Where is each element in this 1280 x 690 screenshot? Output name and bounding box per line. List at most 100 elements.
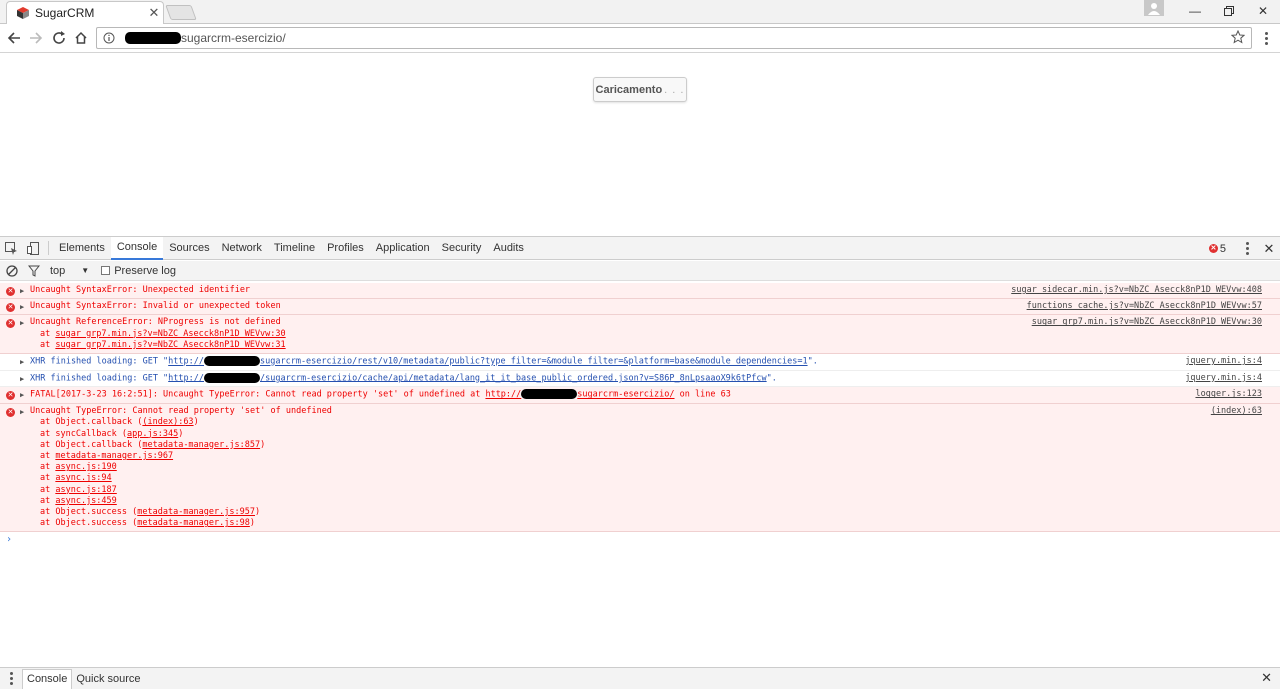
console-message[interactable]: ✕ ▶ Uncaught TypeError: Cannot read proper… [0,404,1280,533]
message-source-link[interactable]: (index):63 [1211,406,1262,417]
address-bar[interactable]: sugarcrm-esercizio/ [96,27,1252,49]
tab-application[interactable]: Application [370,237,436,260]
message-text: XHR finished loading: GET "http:// sugarc… [30,356,1272,368]
tab-security[interactable]: Security [436,237,488,260]
minimize-icon[interactable]: — [1178,0,1212,22]
stack-frame-function: Object.callback [55,417,133,428]
error-text-after: on line 63 [674,389,731,400]
reload-icon[interactable] [49,28,69,48]
message-source-link[interactable]: sugar_sidecar.min.js?v=NbZC_Asecck8nP1D_… [1011,285,1262,296]
stack-frame: at sugar_grp7.min.js?v=NbZC_Asecck8nP1D_… [40,328,286,339]
redacted-host [521,389,578,400]
drawer-menu-icon[interactable] [0,668,22,690]
stack-frame-link[interactable]: async.js:94 [55,473,111,483]
browser-menu-icon[interactable] [1258,28,1274,48]
stack-frame-link[interactable]: app.js:345 [127,429,178,439]
tab-sources[interactable]: Sources [163,237,215,260]
expand-arrow-icon[interactable]: ▶ [20,286,24,297]
expand-arrow-icon[interactable]: ▶ [20,357,24,368]
stack-frame-function: Object.success [55,518,128,529]
console-prompt-icon[interactable]: › [6,534,1280,545]
inspect-element-icon[interactable] [0,237,22,259]
error-text: Uncaught SyntaxError: Invalid or unexpec… [30,301,281,312]
expand-arrow-icon[interactable]: ▶ [20,374,24,385]
console-message[interactable]: ✕ ▶ Uncaught SyntaxError: Unexpected ident… [0,283,1280,300]
error-icon: ✕ [1208,244,1218,253]
message-source-link[interactable]: jquery.min.js:4 [1185,373,1262,384]
restore-icon[interactable] [1212,0,1246,22]
stack-frame: at async.js:187 [40,484,117,495]
xhr-url-start[interactable]: http:// [168,357,204,367]
tab-network[interactable]: Network [216,237,268,260]
profile-icon[interactable] [1144,0,1164,16]
stack-frame-function: Object.success [55,506,128,517]
message-source-link[interactable]: functions_cache.js?v=NbZC_Asecck8nP1D_WE… [1027,301,1262,312]
message-source-link[interactable]: jquery.min.js:4 [1185,356,1262,367]
forward-arrow-icon[interactable] [26,28,46,48]
tab-elements[interactable]: Elements [53,237,111,260]
stack-frame-link[interactable]: sugar_grp7.min.js?v=NbZC_Asecck8nP1D_WEV… [55,329,285,339]
stack-frame-link[interactable]: (index):63 [142,417,193,427]
xhr-url[interactable]: /sugarcrm-esercizio/cache/api/metadata/l… [260,373,767,383]
message-source-link[interactable]: sugar_grp7.min.js?v=NbZC_Asecck8nP1D_WEV… [1032,317,1262,328]
stack-frame: at Object.callback (metadata-manager.js:… [40,439,266,450]
console-message[interactable]: ▶ XHR finished loading: GET "http:// /suga… [0,370,1280,388]
tab-close-icon[interactable]: ✕ [145,5,163,21]
browser-tab[interactable]: SugarCRM ✕ [6,1,164,24]
console-message[interactable]: ✕ ▶ FATAL[2017-3-23 16:2:51]: Uncaught Typ… [0,387,1280,405]
stack-frame-link[interactable]: metadata-manager.js:967 [55,451,173,461]
context-dropdown-icon[interactable]: ▼ [81,266,89,275]
expand-arrow-icon[interactable]: ▶ [20,407,24,418]
error-icon: ✕ [6,287,15,296]
stack-frame-link[interactable]: metadata-manager.js:98 [137,518,250,528]
stack-frame-link[interactable]: async.js:459 [55,496,116,506]
error-count-badge[interactable]: ✕ 5 [1208,243,1226,255]
expand-arrow-icon[interactable]: ▶ [20,318,24,329]
message-source-link[interactable]: logger.js:123 [1195,389,1262,400]
info-icon[interactable] [103,32,115,44]
redacted-host [204,372,260,383]
console-filter-bar: top ▼ Preserve log [0,261,1280,281]
devtools-menu-icon[interactable] [1236,238,1258,260]
stack-frame: at async.js:190 [40,462,117,473]
xhr-url[interactable]: sugarcrm-esercizio/rest/v10/metadata/pub… [260,357,808,367]
close-window-icon[interactable]: ✕ [1246,0,1280,22]
console-message[interactable]: ▶ XHR finished loading: GET "http:// sugar… [0,354,1280,371]
error-text: Uncaught TypeError: Cannot read property… [30,406,332,417]
expand-arrow-icon[interactable]: ▶ [20,302,24,313]
tab-timeline[interactable]: Timeline [268,237,321,260]
error-link-start[interactable]: http:// [485,390,521,400]
error-text: FATAL[2017-3-23 16:2:51]: Uncaught TypeE… [30,389,486,400]
stack-frame-link[interactable]: metadata-manager.js:957 [137,507,255,517]
error-link[interactable]: sugarcrm-esercizio/ [577,390,674,400]
stack-frame-link[interactable]: sugar_grp7.min.js?v=NbZC_Asecck8nP1D_WEV… [55,340,285,350]
xhr-url-start[interactable]: http:// [168,373,204,383]
tab-audits[interactable]: Audits [487,237,530,260]
console-message[interactable]: ✕ ▶ Uncaught SyntaxError: Invalid or unexp… [0,299,1280,316]
back-arrow-icon[interactable] [4,28,24,48]
preserve-log-checkbox[interactable] [101,266,111,275]
error-icon: ✕ [6,319,15,329]
filter-icon[interactable] [28,265,40,277]
devtools-close-icon[interactable]: ✕ [1258,238,1280,260]
stack-frame-link[interactable]: metadata-manager.js:857 [142,440,260,450]
drawer-tab-quick-source[interactable]: Quick source [72,669,144,689]
tab-profiles[interactable]: Profiles [321,237,370,260]
sugarcrm-favicon-icon [17,7,29,19]
tab-console[interactable]: Console [110,236,164,260]
redacted-host [204,356,260,367]
drawer-close-icon[interactable]: ✕ [1261,670,1272,686]
stack-frame-link[interactable]: async.js:190 [55,462,116,472]
home-icon[interactable] [71,28,91,48]
expand-arrow-icon[interactable]: ▶ [20,390,24,401]
clear-console-icon[interactable] [6,264,18,277]
context-select[interactable]: top [50,265,65,277]
device-toolbar-icon[interactable] [22,237,44,259]
bookmark-star-icon[interactable] [1231,30,1245,44]
stack-frame-link[interactable]: async.js:187 [55,485,116,495]
devtools-tab-list: Elements Console Sources Network Timeline Pro… [53,236,530,260]
drawer-tab-console[interactable]: Console [22,668,73,689]
new-tab-button[interactable] [165,5,197,20]
console-message[interactable]: ✕ ▶ Uncaught ReferenceError: NProgress is … [0,315,1280,355]
redacted-host [125,32,181,44]
